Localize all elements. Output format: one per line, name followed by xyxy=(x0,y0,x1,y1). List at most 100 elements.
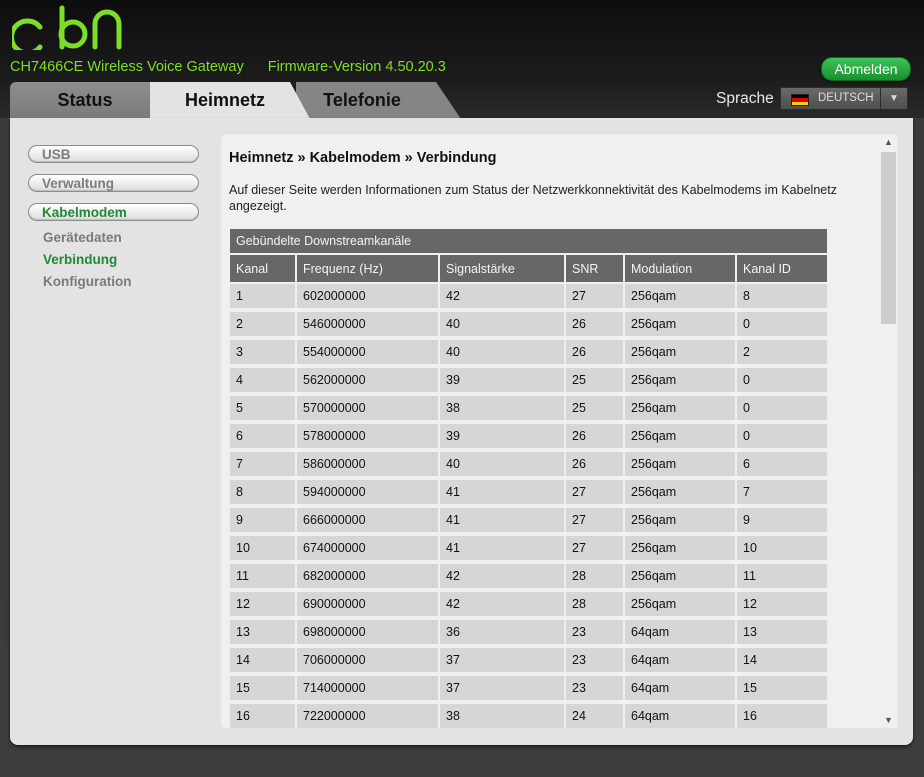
table-cell: 10 xyxy=(737,534,827,562)
firmware-version: Firmware-Version 4.50.20.3 xyxy=(267,59,446,75)
table-cell: 682000000 xyxy=(297,562,440,590)
table-row: 16 722000000 38 24 64qam 16 xyxy=(230,702,827,728)
sidebar-item-kabelmodem[interactable]: Kabelmodem xyxy=(28,203,199,221)
table-cell: 27 xyxy=(566,282,625,310)
table-cell: 26 xyxy=(566,310,625,338)
table-cell: 8 xyxy=(737,282,827,310)
table-row: 9 666000000 41 27 256qam 9 xyxy=(230,506,827,534)
table-cell: 0 xyxy=(737,366,827,394)
table-cell: 42 xyxy=(440,282,566,310)
table-cell: 40 xyxy=(440,450,566,478)
table-cell: 38 xyxy=(440,702,566,728)
table-cell: 0 xyxy=(737,422,827,450)
table-cell: 27 xyxy=(566,506,625,534)
table-cell: 38 xyxy=(440,394,566,422)
table-cell: 11 xyxy=(737,562,827,590)
table-cell: 26 xyxy=(566,338,625,366)
content-area: Heimnetz » Kabelmodem » Verbindung Auf d… xyxy=(221,134,897,728)
table-cell: 15 xyxy=(230,674,297,702)
table-cell: 4 xyxy=(230,366,297,394)
table-cell: 554000000 xyxy=(297,338,440,366)
table-cell: 27 xyxy=(566,478,625,506)
table-row: 7 586000000 40 26 256qam 6 xyxy=(230,450,827,478)
table-cell: 0 xyxy=(737,310,827,338)
table-cell: 6 xyxy=(737,450,827,478)
table-cell: 24 xyxy=(566,702,625,728)
scrollbar-thumb[interactable] xyxy=(881,152,896,324)
table-cell: 674000000 xyxy=(297,534,440,562)
table-cell: 256qam xyxy=(625,310,737,338)
table-cell: 698000000 xyxy=(297,618,440,646)
sidebar-item-verwaltung[interactable]: Verwaltung xyxy=(28,174,199,192)
table-cell: 256qam xyxy=(625,422,737,450)
table-cell: 256qam xyxy=(625,450,737,478)
table-cell: 40 xyxy=(440,338,566,366)
scroll-up-icon[interactable]: ▲ xyxy=(880,134,897,150)
table-row: 3 554000000 40 26 256qam 2 xyxy=(230,338,827,366)
table-cell: 16 xyxy=(230,702,297,728)
table-row: 14 706000000 37 23 64qam 14 xyxy=(230,646,827,674)
sidebar-subitem-geraetedaten[interactable]: Gerätedaten xyxy=(43,230,122,245)
language-select[interactable]: DEUTSCH ▼ xyxy=(780,87,908,110)
table-cell: 256qam xyxy=(625,534,737,562)
table-row: 13 698000000 36 23 64qam 13 xyxy=(230,618,827,646)
logout-button[interactable]: Abmelden xyxy=(821,57,911,81)
column-header: SNR xyxy=(566,255,625,282)
table-cell: 2 xyxy=(230,310,297,338)
tab-heimnetz[interactable]: Heimnetz xyxy=(150,82,300,119)
table-cell: 41 xyxy=(440,534,566,562)
table-row: 6 578000000 39 26 256qam 0 xyxy=(230,422,827,450)
table-cell: 9 xyxy=(737,506,827,534)
table-cell: 6 xyxy=(230,422,297,450)
table-cell: 11 xyxy=(230,562,297,590)
table-cell: 714000000 xyxy=(297,674,440,702)
table-cell: 7 xyxy=(230,450,297,478)
column-header: Kanal xyxy=(230,255,297,282)
table-cell: 8 xyxy=(230,478,297,506)
german-flag-icon xyxy=(791,94,809,106)
device-info: CH7466CE Wireless Voice Gateway Firmware-… xyxy=(10,59,446,75)
table-cell: 594000000 xyxy=(297,478,440,506)
table-cell: 16 xyxy=(737,702,827,728)
table-header-row: Kanal Frequenz (Hz) Signalstärke SNR Mod… xyxy=(230,255,827,282)
table-cell: 256qam xyxy=(625,506,737,534)
sidebar-item-usb[interactable]: USB xyxy=(28,145,199,163)
table-cell: 39 xyxy=(440,422,566,450)
table-cell: 28 xyxy=(566,590,625,618)
tab-status[interactable]: Status xyxy=(10,82,160,119)
table-cell: 26 xyxy=(566,422,625,450)
table-cell: 37 xyxy=(440,646,566,674)
table-cell: 64qam xyxy=(625,646,737,674)
table-cell: 256qam xyxy=(625,478,737,506)
table-cell: 256qam xyxy=(625,394,737,422)
sidebar-subitem-verbindung[interactable]: Verbindung xyxy=(43,252,117,267)
table-cell: 25 xyxy=(566,394,625,422)
table-cell: 28 xyxy=(566,562,625,590)
scroll-down-icon[interactable]: ▼ xyxy=(880,712,897,728)
table-cell: 602000000 xyxy=(297,282,440,310)
column-header: Modulation xyxy=(625,255,737,282)
table-cell: 12 xyxy=(737,590,827,618)
table-row: 5 570000000 38 25 256qam 0 xyxy=(230,394,827,422)
column-header: Kanal ID xyxy=(737,255,827,282)
column-header: Frequenz (Hz) xyxy=(297,255,440,282)
table-row: 15 714000000 37 23 64qam 15 xyxy=(230,674,827,702)
table-cell: 12 xyxy=(230,590,297,618)
table-cell: 7 xyxy=(737,478,827,506)
table-cell: 41 xyxy=(440,506,566,534)
table-cell: 64qam xyxy=(625,702,737,728)
table-cell: 64qam xyxy=(625,674,737,702)
scrollbar[interactable]: ▲ ▼ xyxy=(880,134,897,728)
chevron-down-icon[interactable]: ▼ xyxy=(880,88,907,109)
table-cell: 14 xyxy=(737,646,827,674)
sidebar-subitem-konfiguration[interactable]: Konfiguration xyxy=(43,274,131,289)
table-title: Gebündelte Downstreamkanäle xyxy=(230,229,827,253)
table-cell: 546000000 xyxy=(297,310,440,338)
table-cell: 256qam xyxy=(625,282,737,310)
table-cell: 256qam xyxy=(625,366,737,394)
model-name: CH7466CE Wireless Voice Gateway xyxy=(10,59,244,75)
table-cell: 690000000 xyxy=(297,590,440,618)
language-label: Sprache xyxy=(716,90,774,107)
table-cell: 26 xyxy=(566,450,625,478)
tab-telefonie[interactable]: Telefonie xyxy=(296,82,428,119)
